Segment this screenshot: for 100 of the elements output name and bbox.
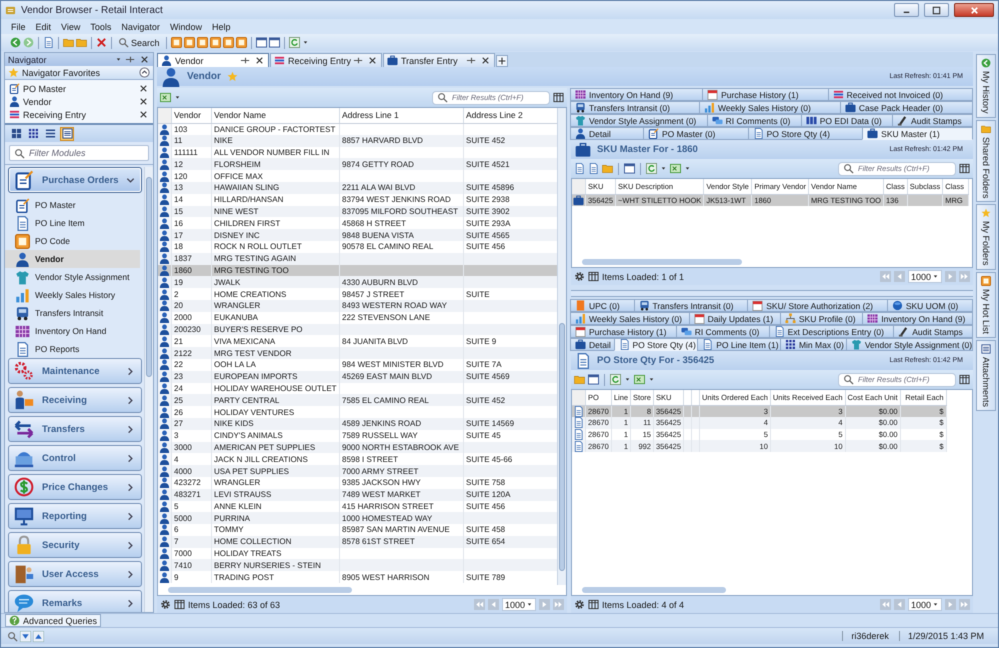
maximize-icon[interactable] [931,4,942,16]
tab[interactable]: PO Store Qty (4) [614,338,698,351]
vertical-scrollbar[interactable] [557,108,566,585]
menu-item[interactable]: Edit [30,22,56,32]
favorite-link[interactable]: Vendor [23,96,135,106]
favorite-link[interactable]: PO Master [23,84,135,94]
tab[interactable]: Transfers Intransit (0) [570,101,700,114]
table-row[interactable]: 19 JWALK 4330 AUBURN BLVD [158,276,557,288]
module-item[interactable]: PO Code [5,232,140,250]
module-item[interactable]: PO Line Item [5,214,140,232]
document-tab[interactable]: Receiving Entry [270,53,382,67]
tile-icon[interactable] [236,37,247,48]
tab[interactable]: SKU Master (1) [862,127,973,140]
tab[interactable]: Audit Stamps [892,114,973,127]
module-group-button[interactable]: Transfers [8,416,142,442]
advanced-queries-button[interactable]: Advanced Queries [5,614,102,627]
table-row[interactable]: 25 PARTY CENTRAL 7585 EL CAMINO REAL SUITE 452 [158,394,557,406]
view-mode-button[interactable] [9,126,23,140]
column-header[interactable]: Address Line 2 [464,108,557,123]
filter-input[interactable]: Filter Modules [29,148,144,158]
tab[interactable]: SKU UOM (0) [886,299,974,312]
tab[interactable]: RI Comments (0) [676,325,770,338]
document-tab[interactable]: Transfer Entry [383,53,495,67]
star-icon[interactable] [226,71,238,82]
folder-icon[interactable] [63,37,74,48]
tab[interactable]: PO Master (0) [642,127,749,140]
close-icon[interactable] [480,55,491,66]
module-item[interactable]: Weekly Sales History [5,286,140,304]
table-row[interactable]: 4000 USA PET SUPPLIES 7000 ARMY STREET [158,465,557,477]
table-row[interactable]: 12 FLORSHEIM 9874 GETTY ROAD SUITE 4521 [158,158,557,170]
close-icon[interactable] [138,83,149,94]
tab[interactable]: Weekly Sales History (0) [570,312,690,325]
menu-item[interactable]: Tools [85,22,116,32]
menu-item[interactable]: Window [164,22,207,32]
collapse-icon[interactable] [139,67,150,78]
view-mode-button[interactable] [26,126,40,140]
side-tab[interactable]: My Folders [976,204,996,270]
tab[interactable]: Audit Stamps [893,325,973,338]
column-header[interactable]: Vendor Name [212,108,340,123]
tile-icon[interactable] [170,37,182,48]
close-icon[interactable] [367,55,378,66]
table-row[interactable]: 13 HAWAIIAN SLING 2211 ALA WAI BLVD SUITE 45896 [158,182,557,194]
search-button[interactable]: Search [116,37,162,48]
folder-icon[interactable] [76,37,87,48]
table-row[interactable]: 7410 BERRY NURSERIES - STEIN [158,559,557,572]
tile-icon[interactable] [210,37,221,48]
tab[interactable]: Weekly Sales History (0) [698,101,841,114]
table-row[interactable]: 483271 LEVI STRAUSS 7489 WEST MARKET SUITE 120A [158,488,557,500]
spreadsheet-icon[interactable] [634,374,645,385]
table-row[interactable]: 17 DISNEY INC 9848 BUENA VISTA SUITE 4565 [158,229,557,241]
columns-icon[interactable] [588,599,599,610]
plus-icon[interactable] [496,55,508,67]
tab[interactable]: Min Max (0) [780,338,847,351]
module-group-button[interactable]: Price Changes [8,474,142,500]
splitter-handle[interactable] [571,290,973,297]
tab[interactable]: SKU Profile (0) [780,312,864,325]
module-group-button[interactable]: Maintenance [8,358,142,384]
table-row[interactable]: 2122 MRG TEST VENDOR [158,347,557,359]
down-arrow-icon[interactable] [20,630,31,642]
module-group-button[interactable]: Control [8,445,142,471]
module-group-button[interactable]: Receiving [8,387,142,413]
document-icon[interactable] [43,37,54,48]
tab[interactable]: Vendor Style Assignment (0) [846,338,973,351]
delete-icon[interactable] [96,37,107,48]
gear-icon[interactable] [574,599,585,610]
tile-icon[interactable] [222,37,234,48]
document-icon[interactable] [588,163,599,174]
menu-item[interactable]: Help [206,22,236,32]
table-row[interactable]: 1860 MRG TESTING TOO [158,264,557,276]
tile-icon[interactable] [184,37,195,48]
tab[interactable]: PO EDI Data (0) [800,114,894,127]
table-row[interactable]: 7 HOME COLLECTION 8578 61ST STREET SUITE 654 [158,536,557,548]
pin-icon[interactable] [466,55,477,66]
gear-icon[interactable] [160,599,171,610]
favorites-header[interactable]: Navigator Favorites [5,66,153,80]
side-tab[interactable]: Shared Folders [976,120,996,202]
tab[interactable]: Ext Descriptions Entry (0) [768,325,894,338]
tab[interactable]: Purchase History (1) [570,325,677,338]
tab[interactable]: PO Line Item (1) [697,338,781,351]
module-item[interactable]: PO Reports [5,340,140,358]
columns-icon[interactable] [553,92,564,103]
spreadsheet-icon[interactable] [670,163,681,174]
page-size-field[interactable]: 1000 [908,270,942,283]
table-row[interactable]: 27 NIKE KIDS 4589 JENKINS ROAD SUITE 14569 [158,418,557,430]
side-tab[interactable]: My History [976,54,996,118]
module-group-button[interactable]: Reporting [8,503,142,529]
column-header[interactable]: Address Line 1 [340,108,464,123]
table-row[interactable]: 3000 AMERICAN PET SUPPLIES 9000 NORTH ESTABROOK AVE [158,442,557,454]
filter-field[interactable]: Filter Modules [9,145,149,161]
module-group-button[interactable]: Purchase Orders [8,167,142,193]
tab[interactable]: Received not Invoiced (0) [828,88,974,101]
document-tab[interactable]: Vendor [157,53,269,67]
pin-icon[interactable] [353,55,364,66]
vertical-scrollbar[interactable] [144,167,153,612]
tab[interactable]: Vendor Style Assignment (0) [570,114,708,127]
close-icon[interactable] [254,55,265,66]
folder-icon[interactable] [602,163,613,174]
folder-icon[interactable] [574,374,585,385]
tab[interactable]: Detail [570,338,615,351]
menu-item[interactable]: Navigator [116,22,165,32]
